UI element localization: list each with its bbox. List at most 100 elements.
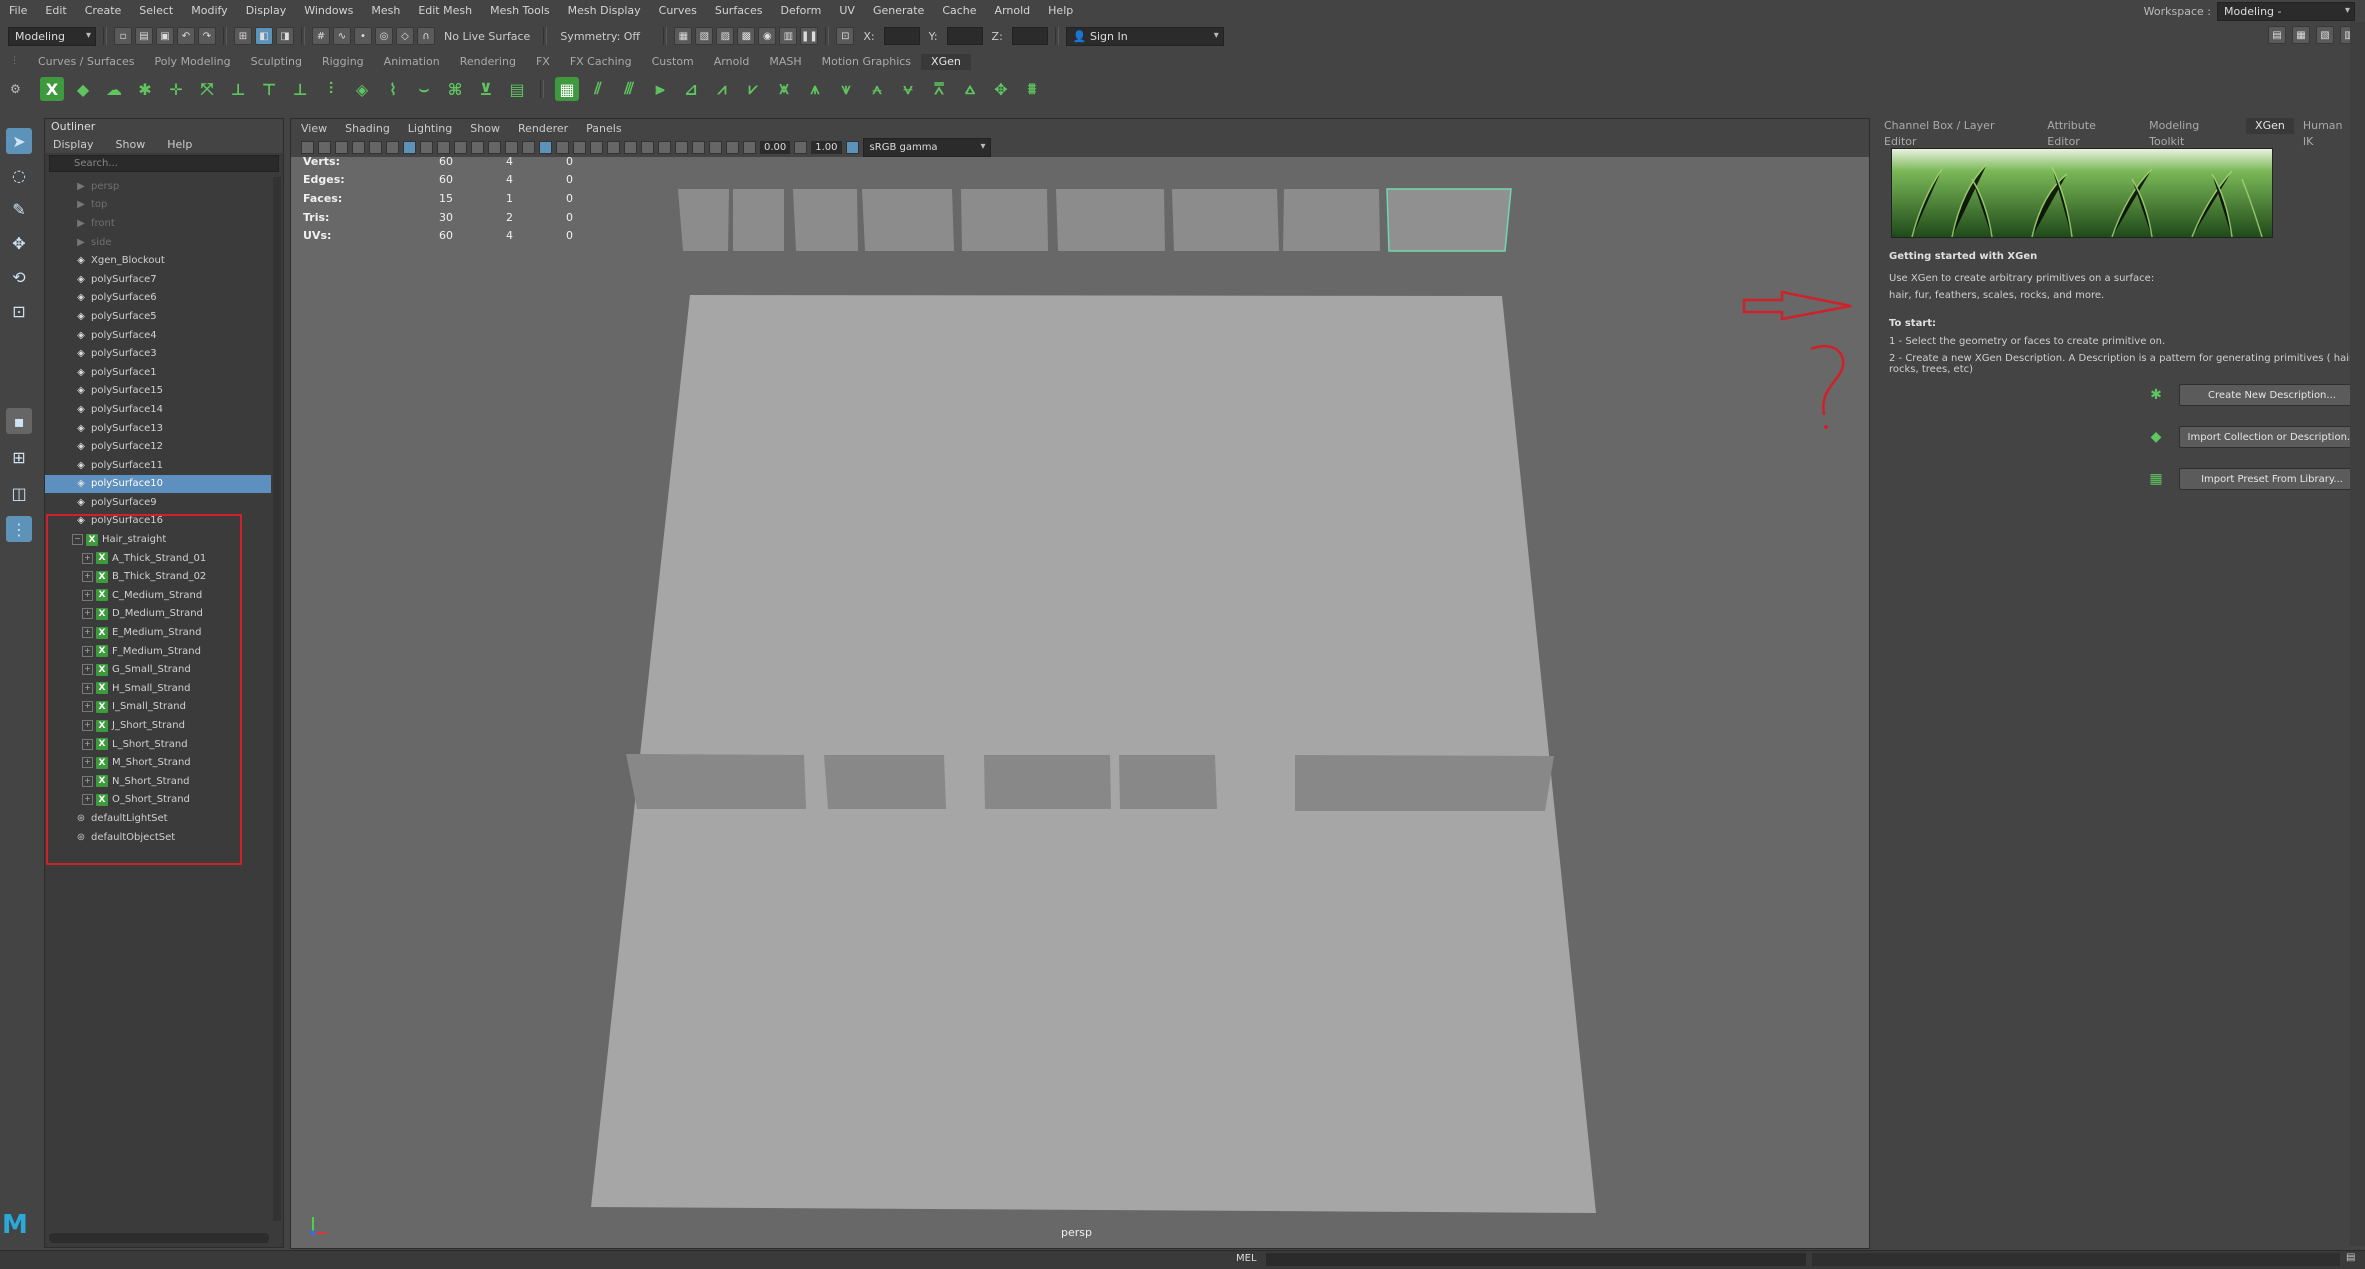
- motion-blur-icon[interactable]: [641, 140, 654, 154]
- outliner-layout-icon[interactable]: ⋮: [6, 516, 32, 542]
- shelf-tab-xgen[interactable]: XGen: [921, 54, 971, 70]
- select-tool-icon[interactable]: ➤: [6, 128, 32, 154]
- xray-joints-icon[interactable]: [726, 140, 739, 154]
- groom-part-icon[interactable]: ⩛: [834, 77, 858, 101]
- menu-select[interactable]: Select: [130, 4, 182, 17]
- menu-help[interactable]: Help: [1039, 4, 1082, 17]
- ipr-render-icon[interactable]: ▨: [716, 27, 735, 45]
- menu-deform[interactable]: Deform: [771, 4, 830, 17]
- outliner-item[interactable]: ◈ polySurface1: [45, 363, 271, 382]
- save-scene-icon[interactable]: ▣: [156, 27, 174, 45]
- mel-label[interactable]: MEL: [1236, 1253, 1257, 1264]
- shelf-tab-animation[interactable]: Animation: [374, 54, 450, 70]
- outliner-menu-help[interactable]: Help: [167, 138, 192, 151]
- outliner-item[interactable]: ◈ polySurface12: [45, 437, 271, 456]
- shelf-tab-arnold[interactable]: Arnold: [704, 54, 760, 70]
- import-preset-button[interactable]: Import Preset From Library...: [2179, 468, 2365, 490]
- shelf-tab-rendering[interactable]: Rendering: [450, 54, 526, 70]
- xgen-preview-icon[interactable]: ▤: [505, 77, 529, 101]
- xgen-curl-icon[interactable]: ⌇: [381, 77, 405, 101]
- groom-density-icon[interactable]: ⩝: [896, 77, 920, 101]
- groom-mirror-icon[interactable]: ⩟: [958, 77, 982, 101]
- outliner-item[interactable]: ◈ polySurface3: [45, 344, 271, 363]
- menu-display[interactable]: Display: [237, 4, 296, 17]
- card-mesh[interactable]: [733, 189, 784, 251]
- menu-mesh[interactable]: Mesh: [362, 4, 409, 17]
- xgen-editor-icon[interactable]: X: [40, 77, 64, 101]
- xgen-noise-icon[interactable]: ⊻: [474, 77, 498, 101]
- groom-smooth-icon[interactable]: ⩗: [741, 77, 765, 101]
- viewport-menu-panels[interactable]: Panels: [586, 122, 621, 135]
- four-view-layout-icon[interactable]: ⊞: [6, 444, 32, 470]
- outliner-vertical-scrollbar[interactable]: [273, 177, 281, 1221]
- xray-icon[interactable]: [709, 140, 722, 154]
- depth-of-field-icon[interactable]: [675, 140, 688, 154]
- pause-icon[interactable]: ❚❚: [800, 27, 819, 45]
- shelf-tab-poly-modeling[interactable]: Poly Modeling: [145, 54, 241, 70]
- outliner-horizontal-scrollbar[interactable]: [49, 1233, 269, 1243]
- render-settings-icon[interactable]: ▦: [674, 27, 693, 45]
- xgen-groom-icon[interactable]: ☁: [102, 77, 126, 101]
- xgen-interactive-groom-icon[interactable]: ▦: [555, 77, 579, 101]
- textured-icon[interactable]: [573, 140, 586, 154]
- outliner-menu-show[interactable]: Show: [116, 138, 146, 151]
- y-field[interactable]: [946, 27, 983, 45]
- viewport-menu-view[interactable]: View: [301, 122, 327, 135]
- outliner-item[interactable]: ◈ polySurface14: [45, 400, 271, 419]
- lasso-tool-icon[interactable]: ◌: [6, 162, 32, 188]
- card-mesh[interactable]: [793, 189, 858, 251]
- render-frame-icon[interactable]: ▧: [695, 27, 714, 45]
- outliner-item[interactable]: ◈ polySurface7: [45, 270, 271, 289]
- groom-export-icon[interactable]: ⩩: [1020, 77, 1044, 101]
- outliner-item[interactable]: ▶ side: [45, 233, 271, 252]
- shelf-tab-motion-graphics[interactable]: Motion Graphics: [812, 54, 921, 70]
- ambient-occlusion-icon[interactable]: [624, 140, 637, 154]
- menu-mesh-display[interactable]: Mesh Display: [559, 4, 650, 17]
- gamma-field[interactable]: 1.00: [811, 140, 842, 154]
- shadows-icon[interactable]: [607, 140, 620, 154]
- viewport-scene[interactable]: [291, 157, 1869, 1248]
- snap-view-icon[interactable]: ◎: [375, 27, 393, 45]
- card-mesh[interactable]: [1056, 189, 1165, 251]
- color-management-icon[interactable]: [845, 140, 859, 154]
- outliner-item[interactable]: ◈ polySurface9: [45, 493, 271, 512]
- xgen-comb-icon[interactable]: ⫶: [319, 77, 343, 101]
- shelf-tab-rigging[interactable]: Rigging: [312, 54, 374, 70]
- gamma-icon[interactable]: [794, 140, 808, 154]
- outliner-item[interactable]: ◈ polySurface6: [45, 289, 271, 308]
- arnold-render-icon[interactable]: ▥: [779, 27, 798, 45]
- card-mesh[interactable]: [1295, 755, 1554, 811]
- import-collection-button[interactable]: Import Collection or Description...: [2179, 426, 2365, 448]
- snap-magnet-icon[interactable]: ∩: [417, 27, 435, 45]
- redo-icon[interactable]: ↷: [198, 27, 216, 45]
- select-hierarchy-icon[interactable]: ⊞: [234, 27, 252, 45]
- card-mesh[interactable]: [862, 189, 954, 251]
- x-field[interactable]: [883, 27, 920, 45]
- groom-settings-icon[interactable]: ✥: [989, 77, 1013, 101]
- card-mesh[interactable]: [984, 755, 1111, 809]
- menu-cache[interactable]: Cache: [933, 4, 985, 17]
- move-tool-icon[interactable]: ✥: [6, 230, 32, 256]
- z-field[interactable]: [1011, 27, 1048, 45]
- menu-set-dropdown[interactable]: Modeling: [8, 26, 96, 46]
- two-view-layout-icon[interactable]: ◫: [6, 480, 32, 506]
- menu-edit-mesh[interactable]: Edit Mesh: [409, 4, 481, 17]
- groom-noise-icon[interactable]: ⩙: [772, 77, 796, 101]
- exposure-field[interactable]: 0.00: [760, 140, 791, 154]
- symmetry-dropdown[interactable]: Symmetry: Off: [554, 30, 656, 43]
- xgen-add-guide-icon[interactable]: ⊥: [226, 77, 250, 101]
- outliner-item[interactable]: ▶ front: [45, 214, 271, 233]
- groom-grab-icon[interactable]: ⫸: [648, 77, 672, 101]
- outliner-item[interactable]: ◈ polySurface4: [45, 326, 271, 345]
- modeling-toolkit-toggle-icon[interactable]: ▤: [2268, 26, 2286, 44]
- viewport-menu-show[interactable]: Show: [470, 122, 500, 135]
- single-view-layout-icon[interactable]: ▪: [6, 408, 32, 434]
- panel-tab-channel-box-layer-editor[interactable]: Channel Box / Layer Editor: [1875, 118, 2038, 148]
- shelf-tab-mash[interactable]: MASH: [759, 54, 811, 70]
- selected-card-mesh[interactable]: [1386, 188, 1512, 252]
- rotate-tool-icon[interactable]: ⟲: [6, 264, 32, 290]
- menu-curves[interactable]: Curves: [650, 4, 706, 17]
- menu-surfaces[interactable]: Surfaces: [706, 4, 772, 17]
- menu-modify[interactable]: Modify: [182, 4, 236, 17]
- groom-length-icon[interactable]: ⊿: [679, 77, 703, 101]
